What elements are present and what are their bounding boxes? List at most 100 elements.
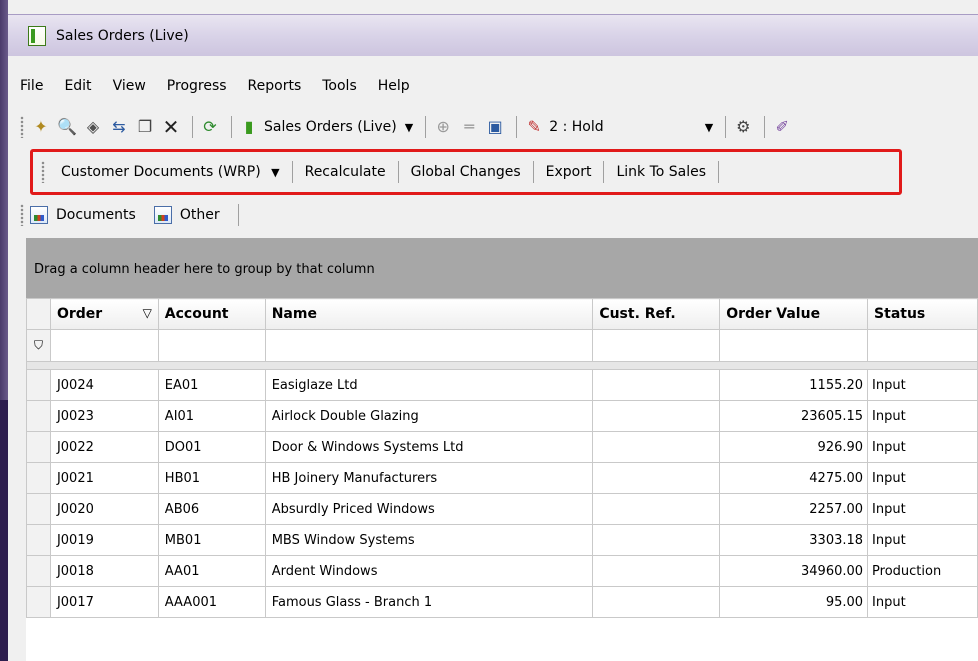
cell-cust-ref[interactable] bbox=[592, 462, 721, 494]
row-selector[interactable] bbox=[26, 493, 51, 525]
transfer-icon[interactable]: ⇆ bbox=[108, 116, 130, 138]
row-selector[interactable] bbox=[26, 431, 51, 463]
cell-name[interactable]: Door & Windows Systems Ltd bbox=[264, 431, 594, 463]
table-row[interactable]: J0021 HB01 HB Joinery Manufacturers 4275… bbox=[26, 462, 978, 494]
cell-status[interactable]: Input bbox=[867, 493, 978, 525]
row-selector[interactable] bbox=[26, 369, 51, 401]
cell-order[interactable]: J0020 bbox=[49, 493, 159, 525]
remove-row-icon[interactable]: ═ bbox=[458, 116, 480, 138]
dataset-combo[interactable]: ▮ Sales Orders (Live) ▼ bbox=[238, 116, 414, 138]
refresh-icon[interactable]: ⟳ bbox=[199, 116, 221, 138]
documents-button[interactable]: Documents bbox=[30, 206, 136, 224]
cell-account[interactable]: AA01 bbox=[157, 555, 266, 587]
cell-name[interactable]: Absurdly Priced Windows bbox=[264, 493, 594, 525]
add-row-icon[interactable]: ⊕ bbox=[432, 116, 454, 138]
cell-account[interactable]: AI01 bbox=[157, 400, 266, 432]
filter-cell-status[interactable] bbox=[867, 329, 978, 362]
cell-order[interactable]: J0019 bbox=[49, 524, 159, 556]
menu-progress[interactable]: Progress bbox=[167, 78, 227, 94]
row-selector[interactable] bbox=[26, 555, 51, 587]
cell-name[interactable]: Famous Glass - Branch 1 bbox=[264, 586, 594, 618]
cell-name[interactable]: HB Joinery Manufacturers bbox=[264, 462, 594, 494]
new-icon[interactable]: ✦ bbox=[30, 116, 52, 138]
filter-cell-name[interactable] bbox=[264, 329, 594, 362]
cell-cust-ref[interactable] bbox=[592, 400, 721, 432]
cell-order[interactable]: J0017 bbox=[49, 586, 159, 618]
table-row[interactable]: J0023 AI01 Airlock Double Glazing 23605.… bbox=[26, 400, 978, 432]
cell-name[interactable]: Easiglaze Ltd bbox=[264, 369, 594, 401]
hold-combo[interactable]: ✎ 2 : Hold ▼ bbox=[523, 116, 714, 138]
cell-status[interactable]: Input bbox=[867, 369, 978, 401]
cell-account[interactable]: AB06 bbox=[157, 493, 266, 525]
menu-view[interactable]: View bbox=[113, 78, 146, 94]
pencil-icon[interactable]: ✐ bbox=[771, 116, 793, 138]
table-row[interactable]: J0017 AAA001 Famous Glass - Branch 1 95.… bbox=[26, 586, 978, 618]
cell-order-value[interactable]: 34960.00 bbox=[719, 555, 869, 587]
column-header-name[interactable]: Name bbox=[264, 298, 594, 330]
filter-cell-account[interactable] bbox=[157, 329, 266, 362]
column-header-order[interactable]: Order ▽ bbox=[49, 298, 159, 330]
cell-account[interactable]: DO01 bbox=[157, 431, 266, 463]
menu-file[interactable]: File bbox=[20, 78, 43, 94]
cell-order[interactable]: J0022 bbox=[49, 431, 159, 463]
cell-order[interactable]: J0018 bbox=[49, 555, 159, 587]
cell-status[interactable]: Input bbox=[867, 400, 978, 432]
cell-name[interactable]: MBS Window Systems bbox=[264, 524, 594, 556]
column-header-cust-ref[interactable]: Cust. Ref. bbox=[592, 298, 721, 330]
cell-order[interactable]: J0021 bbox=[49, 462, 159, 494]
cell-order[interactable]: J0024 bbox=[49, 369, 159, 401]
delete-icon[interactable]: ✕ bbox=[160, 116, 182, 138]
menu-tools[interactable]: Tools bbox=[322, 78, 357, 94]
table-row[interactable]: J0018 AA01 Ardent Windows 34960.00 Produ… bbox=[26, 555, 978, 587]
column-header-account[interactable]: Account bbox=[157, 298, 266, 330]
column-header-status[interactable]: Status bbox=[867, 298, 978, 330]
customer-documents-dropdown[interactable]: Customer Documents (WRP) ▼ bbox=[51, 164, 290, 180]
cell-status[interactable]: Input bbox=[867, 586, 978, 618]
table-row[interactable]: J0020 AB06 Absurdly Priced Windows 2257.… bbox=[26, 493, 978, 525]
cell-order-value[interactable]: 1155.20 bbox=[719, 369, 869, 401]
cell-order[interactable]: J0023 bbox=[49, 400, 159, 432]
cell-account[interactable]: EA01 bbox=[157, 369, 266, 401]
table-row[interactable]: J0019 MB01 MBS Window Systems 3303.18 In… bbox=[26, 524, 978, 556]
cell-status[interactable]: Input bbox=[867, 462, 978, 494]
toolbar-grip[interactable] bbox=[41, 161, 45, 183]
properties-icon[interactable]: ⚙ bbox=[732, 116, 754, 138]
menu-reports[interactable]: Reports bbox=[248, 78, 302, 94]
table-row[interactable]: J0022 DO01 Door & Windows Systems Ltd 92… bbox=[26, 431, 978, 463]
cell-status[interactable]: Input bbox=[867, 431, 978, 463]
cell-order-value[interactable]: 3303.18 bbox=[719, 524, 869, 556]
row-selector[interactable] bbox=[26, 400, 51, 432]
cell-status[interactable]: Production bbox=[867, 555, 978, 587]
menu-edit[interactable]: Edit bbox=[64, 78, 91, 94]
cell-cust-ref[interactable] bbox=[592, 493, 721, 525]
cell-order-value[interactable]: 2257.00 bbox=[719, 493, 869, 525]
link-to-sales-button[interactable]: Link To Sales bbox=[606, 164, 716, 180]
global-changes-button[interactable]: Global Changes bbox=[401, 164, 531, 180]
recalculate-button[interactable]: Recalculate bbox=[295, 164, 396, 180]
title-bar[interactable]: Sales Orders (Live) bbox=[8, 14, 978, 56]
column-header-order-value[interactable]: Order Value bbox=[719, 298, 869, 330]
cell-account[interactable]: HB01 bbox=[157, 462, 266, 494]
copy-icon[interactable]: ❐ bbox=[134, 116, 156, 138]
group-by-panel[interactable]: Drag a column header here to group by th… bbox=[26, 238, 978, 298]
cell-cust-ref[interactable] bbox=[592, 586, 721, 618]
other-button[interactable]: Other bbox=[153, 206, 220, 224]
filter-cell-order-value[interactable] bbox=[719, 329, 869, 362]
cell-cust-ref[interactable] bbox=[592, 369, 721, 401]
cell-cust-ref[interactable] bbox=[592, 524, 721, 556]
filter-cell-cust-ref[interactable] bbox=[592, 329, 721, 362]
cell-account[interactable]: AAA001 bbox=[157, 586, 266, 618]
cell-name[interactable]: Airlock Double Glazing bbox=[264, 400, 594, 432]
cell-order-value[interactable]: 926.90 bbox=[719, 431, 869, 463]
cell-order-value[interactable]: 95.00 bbox=[719, 586, 869, 618]
toolbar-grip[interactable] bbox=[20, 116, 24, 138]
export-button[interactable]: Export bbox=[536, 164, 602, 180]
filter-cell-order[interactable] bbox=[49, 329, 159, 362]
cell-order-value[interactable]: 23605.15 bbox=[719, 400, 869, 432]
cell-cust-ref[interactable] bbox=[592, 431, 721, 463]
menu-help[interactable]: Help bbox=[378, 78, 410, 94]
cell-status[interactable]: Input bbox=[867, 524, 978, 556]
package-icon[interactable]: ◈ bbox=[82, 116, 104, 138]
row-selector[interactable] bbox=[26, 524, 51, 556]
row-selector[interactable] bbox=[26, 586, 51, 618]
